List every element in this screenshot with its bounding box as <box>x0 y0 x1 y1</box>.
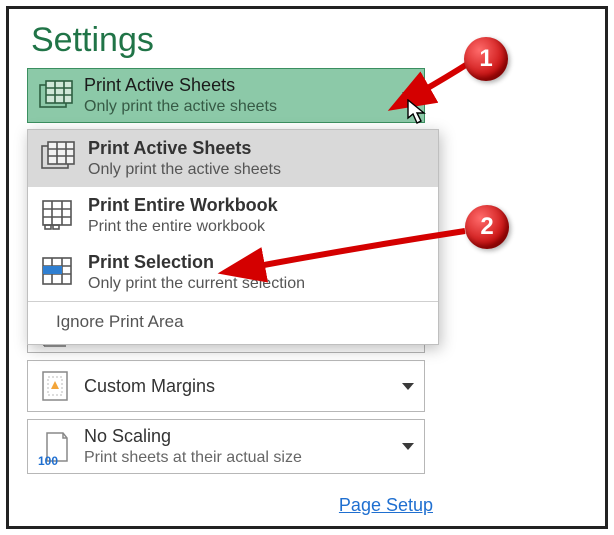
print-what-desc: Only print the active sheets <box>84 98 396 116</box>
option-title: Print Entire Workbook <box>88 195 278 216</box>
margins-icon <box>36 367 74 405</box>
selection-icon <box>38 252 76 290</box>
option-title: Print Active Sheets <box>88 138 281 159</box>
scaling-dropdown[interactable]: 100 No Scaling Print sheets at their act… <box>27 419 425 474</box>
scaling-icon: 100 <box>36 428 74 466</box>
sheets-icon <box>38 138 76 176</box>
print-what-dropdown[interactable]: Print Active Sheets Only print the activ… <box>27 68 425 123</box>
margins-title: Custom Margins <box>84 376 396 397</box>
chevron-down-icon <box>402 383 414 390</box>
page-setup-link[interactable]: Page Setup <box>339 495 433 515</box>
scaling-desc: Print sheets at their actual size <box>84 449 396 467</box>
chevron-down-icon <box>402 443 414 450</box>
settings-heading: Settings <box>31 21 425 60</box>
scaling-badge: 100 <box>38 454 58 468</box>
callout-badge-2: 2 <box>465 205 509 249</box>
option-desc: Only print the active sheets <box>88 161 281 179</box>
sheets-icon <box>36 77 74 115</box>
option-desc: Only print the current selection <box>88 275 305 293</box>
option-ignore-print-area[interactable]: Ignore Print Area <box>28 301 438 344</box>
workbook-icon <box>38 195 76 233</box>
callout-arrow-2 <box>241 227 471 277</box>
option-print-active-sheets[interactable]: Print Active Sheets Only print the activ… <box>28 130 438 187</box>
scaling-title: No Scaling <box>84 426 396 447</box>
margins-dropdown[interactable]: Custom Margins <box>27 360 425 412</box>
print-what-title: Print Active Sheets <box>84 75 396 96</box>
callout-badge-1: 1 <box>464 37 508 81</box>
